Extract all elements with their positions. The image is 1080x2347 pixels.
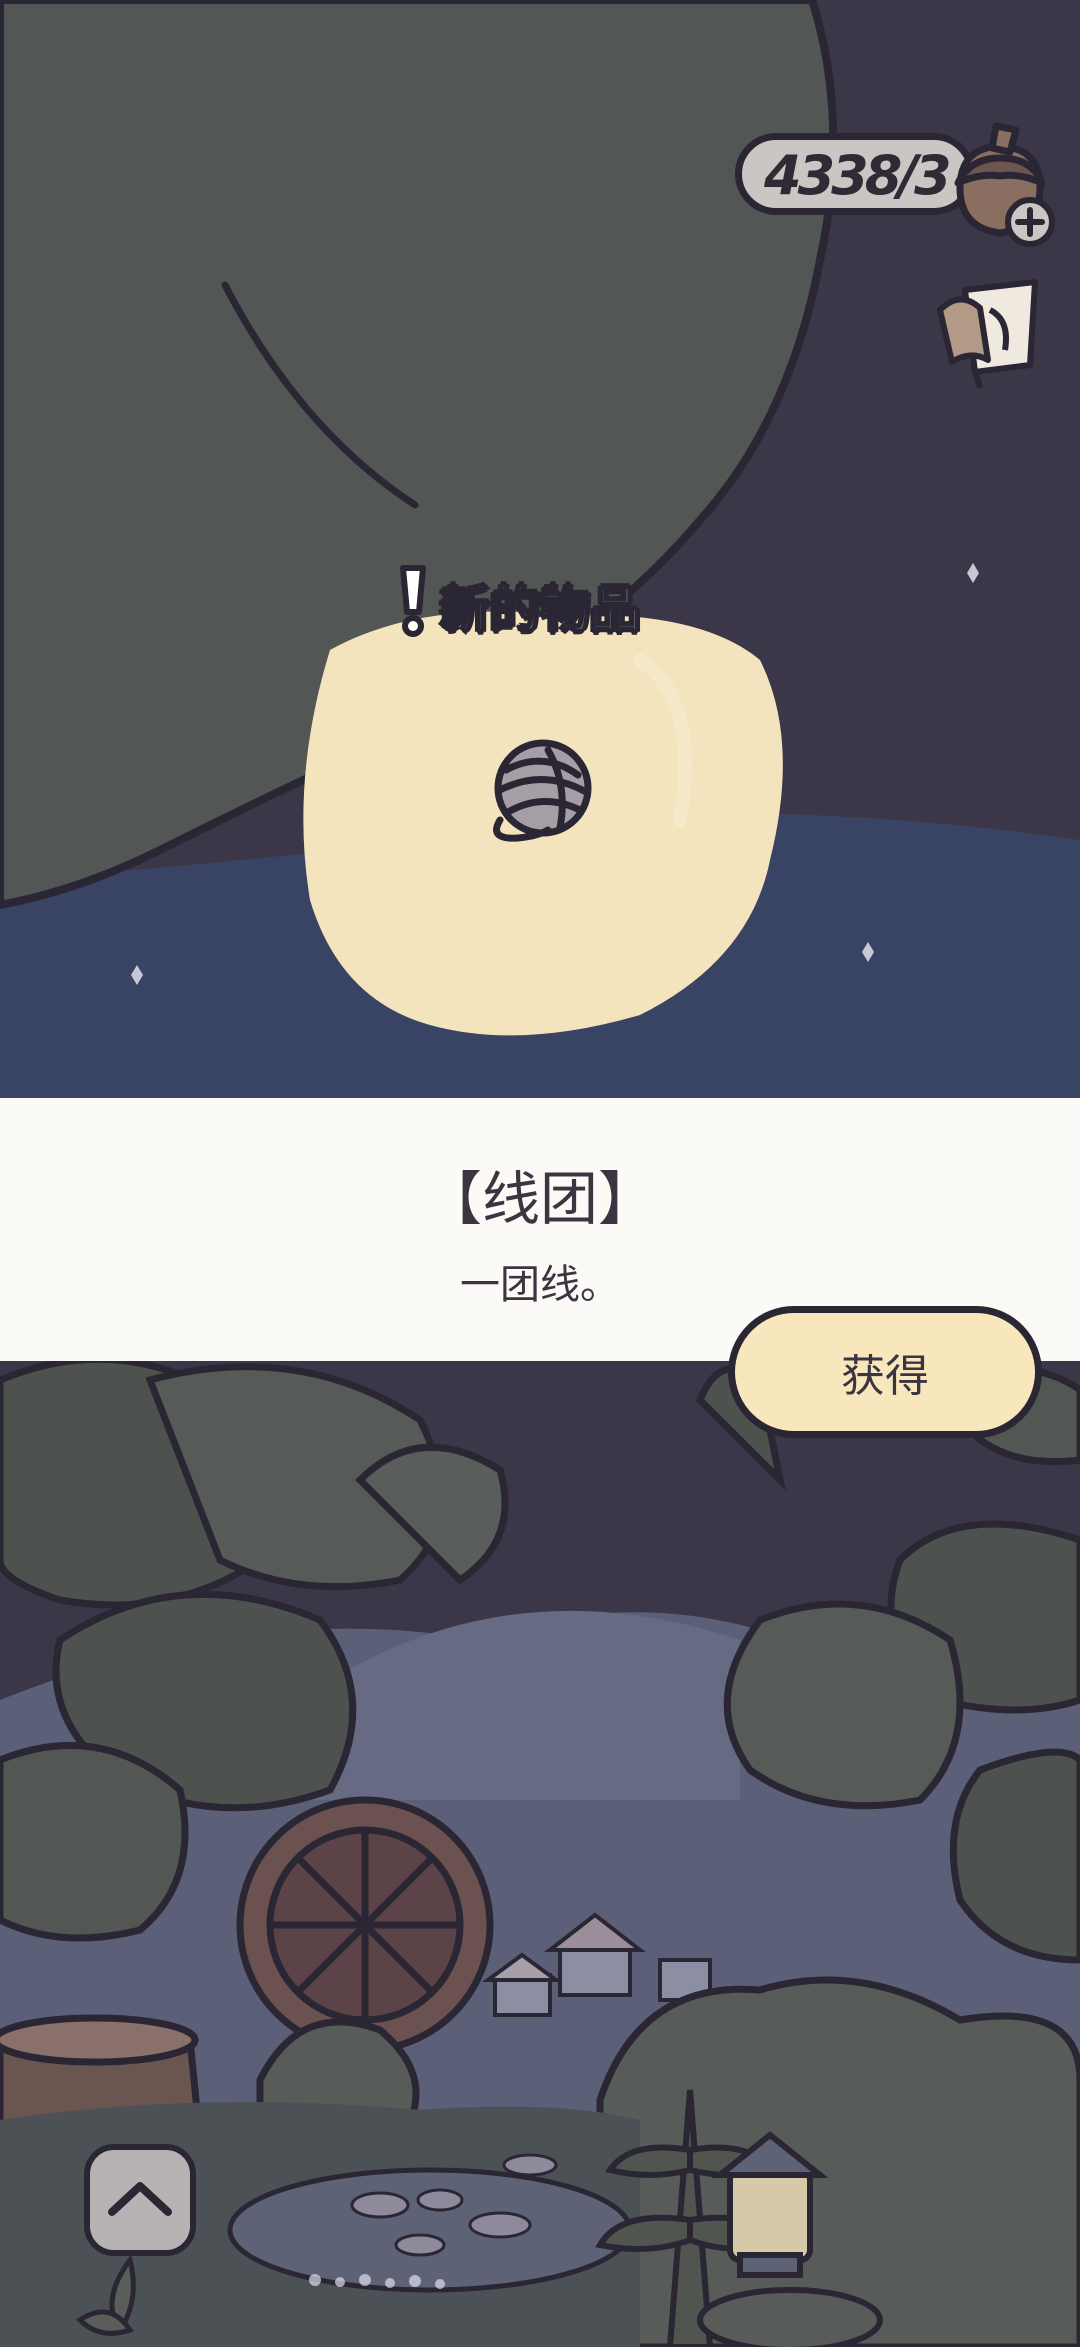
exclamation-icon [400, 565, 426, 637]
obtain-button[interactable]: 获得 [728, 1306, 1042, 1438]
notes-icon[interactable] [930, 270, 1050, 390]
currency-display: 4338/3 [735, 133, 975, 215]
yarn-ball-icon [493, 739, 592, 842]
acorn-icon[interactable] [940, 118, 1060, 248]
item-description: 一团线。 [460, 1262, 620, 1308]
item-name: 【线团】 [423, 1165, 656, 1233]
currency-value: 4338/3 [764, 144, 952, 207]
expand-up-button[interactable] [84, 2144, 196, 2256]
chevron-up-icon [108, 2182, 172, 2216]
new-item-label: 新的物品 [439, 580, 641, 640]
obtain-button-label: 获得 [841, 1351, 929, 1402]
